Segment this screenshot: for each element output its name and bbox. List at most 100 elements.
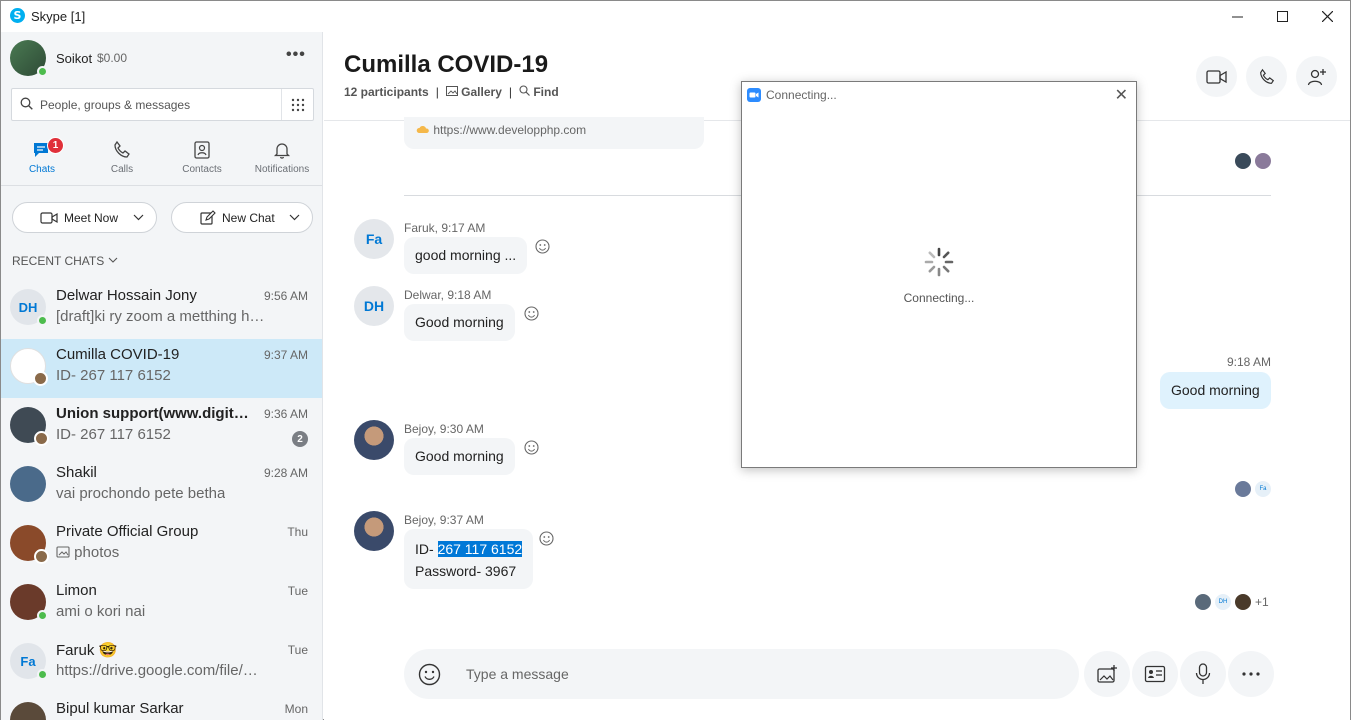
emoji-icon[interactable] bbox=[418, 663, 441, 686]
message-text: ID- bbox=[415, 541, 438, 557]
phone-icon bbox=[1259, 68, 1274, 84]
read-receipts: Fa bbox=[1235, 481, 1271, 497]
meet-now-button[interactable]: Meet Now bbox=[12, 202, 157, 233]
chat-list-item[interactable]: DH Delwar Hossain Jony [draft]ki ry zoom… bbox=[1, 280, 322, 339]
close-button[interactable] bbox=[1304, 1, 1350, 32]
add-reaction-icon[interactable] bbox=[524, 306, 539, 321]
add-photo-icon bbox=[1097, 665, 1117, 683]
avatar[interactable]: Fa bbox=[354, 219, 394, 259]
selected-text[interactable]: 267 117 6152 bbox=[437, 541, 523, 557]
media-gallery-button[interactable] bbox=[1084, 651, 1130, 697]
audio-call-button[interactable] bbox=[1246, 56, 1287, 97]
profile-name[interactable]: Soikot bbox=[56, 51, 92, 66]
message-bubble[interactable]: good morning ... bbox=[404, 237, 528, 274]
read-receipts: DH +1 bbox=[1195, 594, 1269, 610]
message-meta: Bejoy, 9:37 AM bbox=[404, 513, 484, 527]
search-box[interactable] bbox=[11, 88, 314, 121]
add-reaction-icon[interactable] bbox=[539, 531, 554, 546]
gallery-link[interactable]: Gallery bbox=[445, 85, 502, 99]
tab-chats[interactable]: 1 Chats bbox=[2, 132, 82, 186]
loading-spinner-icon bbox=[924, 247, 954, 277]
maximize-button[interactable] bbox=[1259, 1, 1305, 32]
video-call-button[interactable] bbox=[1196, 56, 1237, 97]
chat-list-item[interactable]: Limon ami o kori nai Tue bbox=[1, 575, 322, 634]
more-options-icon[interactable]: ••• bbox=[286, 46, 306, 64]
message-meta: Faruk, 9:17 AM bbox=[404, 221, 486, 235]
chat-name: Limon bbox=[56, 582, 97, 599]
presence-online-icon bbox=[37, 315, 48, 326]
maximize-icon bbox=[1276, 11, 1288, 22]
participants-link[interactable]: 12 participants bbox=[344, 85, 429, 99]
chat-list-item[interactable]: Bipul kumar Sarkar Mon bbox=[1, 693, 322, 720]
message-text: Good morning bbox=[415, 314, 504, 330]
message-bubble[interactable]: ID- 267 117 6152 Password- 3967 bbox=[404, 529, 534, 589]
chevron-down-icon bbox=[108, 257, 117, 263]
unread-count-badge: 2 bbox=[292, 431, 308, 447]
send-contact-button[interactable] bbox=[1132, 651, 1178, 697]
tab-contacts[interactable]: Contacts bbox=[162, 132, 242, 186]
conversation-title[interactable]: Cumilla COVID-19 bbox=[344, 51, 548, 79]
message-composer bbox=[404, 649, 1079, 699]
chat-list-item[interactable]: Union support(www.digitalcentre.gov.bd) … bbox=[1, 398, 322, 457]
dialog-status: Connecting... bbox=[903, 291, 975, 305]
search-input[interactable] bbox=[40, 95, 280, 115]
profile-avatar[interactable] bbox=[10, 40, 48, 77]
phone-icon bbox=[114, 140, 130, 158]
chat-list-item[interactable]: Shakil vai prochondo pete betha 9:28 AM bbox=[1, 457, 322, 516]
minimize-button[interactable] bbox=[1214, 1, 1260, 32]
chat-name: Cumilla COVID-19 bbox=[56, 346, 180, 363]
find-link[interactable]: Find bbox=[519, 85, 559, 99]
more-options-button[interactable] bbox=[1228, 651, 1274, 697]
chat-last-message: ami o kori nai bbox=[56, 603, 146, 620]
new-chat-button[interactable]: New Chat bbox=[171, 202, 313, 233]
search-icon bbox=[20, 97, 33, 110]
profile-credit[interactable]: $0.00 bbox=[97, 51, 127, 65]
avatar-initials: Fa bbox=[20, 653, 36, 669]
presence-online-icon bbox=[37, 669, 48, 680]
contacts-icon bbox=[194, 141, 210, 159]
compose-icon bbox=[200, 209, 216, 225]
message-bubble[interactable]: Good morning bbox=[404, 438, 515, 475]
dialpad-button[interactable] bbox=[281, 89, 313, 120]
group-avatar bbox=[10, 525, 49, 564]
recent-chats-header[interactable]: RECENT CHATS bbox=[12, 254, 118, 268]
chat-list-item[interactable]: Private Official Group photos Thu bbox=[1, 516, 322, 575]
link-preview-bubble[interactable]: https://www.developphp.com bbox=[404, 117, 704, 149]
avatar-mini bbox=[33, 371, 48, 386]
chat-list-item[interactable]: Cumilla COVID-19 ID- 267 117 6152 9:37 A… bbox=[1, 339, 322, 398]
dialog-close-button[interactable]: ✕ bbox=[1115, 85, 1128, 105]
window-title: Skype [1] bbox=[31, 9, 86, 24]
avatar bbox=[10, 466, 46, 502]
dialpad-icon bbox=[291, 98, 304, 111]
message-bubble-own[interactable]: Good morning bbox=[1160, 372, 1271, 409]
chevron-down-icon bbox=[133, 214, 144, 221]
add-participant-button[interactable] bbox=[1296, 56, 1337, 97]
avatar[interactable] bbox=[354, 511, 394, 551]
message-line-1: ID- 267 117 6152 bbox=[415, 538, 523, 560]
avatar: Fa bbox=[10, 643, 48, 680]
avatar-initials: DH bbox=[363, 298, 385, 314]
chat-time: 9:37 AM bbox=[263, 348, 308, 362]
message-input[interactable] bbox=[466, 664, 1026, 684]
read-avatar: DH bbox=[1215, 594, 1231, 610]
tab-calls[interactable]: Calls bbox=[82, 132, 162, 186]
chat-last-message: ID- 267 117 6152 bbox=[56, 426, 171, 443]
recent-chats-label: RECENT CHATS bbox=[12, 254, 105, 268]
gallery-label: Gallery bbox=[461, 85, 502, 99]
avatar[interactable] bbox=[354, 420, 394, 460]
avatar[interactable]: DH bbox=[354, 286, 394, 326]
voice-message-button[interactable] bbox=[1180, 651, 1226, 697]
chat-time: Tue bbox=[287, 584, 308, 598]
ellipsis-icon bbox=[1242, 672, 1260, 676]
chat-last-message: vai prochondo pete betha bbox=[56, 485, 226, 502]
chat-list-item[interactable]: Fa Faruk 🤓 https://drive.google.com/file… bbox=[1, 634, 322, 693]
read-avatar bbox=[1235, 153, 1251, 169]
add-reaction-icon[interactable] bbox=[535, 239, 550, 254]
link-url: https://www.developphp.com bbox=[433, 123, 587, 137]
tab-notifications[interactable]: Notifications bbox=[242, 132, 322, 186]
avatar bbox=[10, 584, 48, 621]
microphone-icon bbox=[1195, 663, 1211, 684]
add-reaction-icon[interactable] bbox=[524, 440, 539, 455]
chat-name: Delwar Hossain Jony bbox=[56, 287, 197, 304]
message-bubble[interactable]: Good morning bbox=[404, 304, 515, 341]
